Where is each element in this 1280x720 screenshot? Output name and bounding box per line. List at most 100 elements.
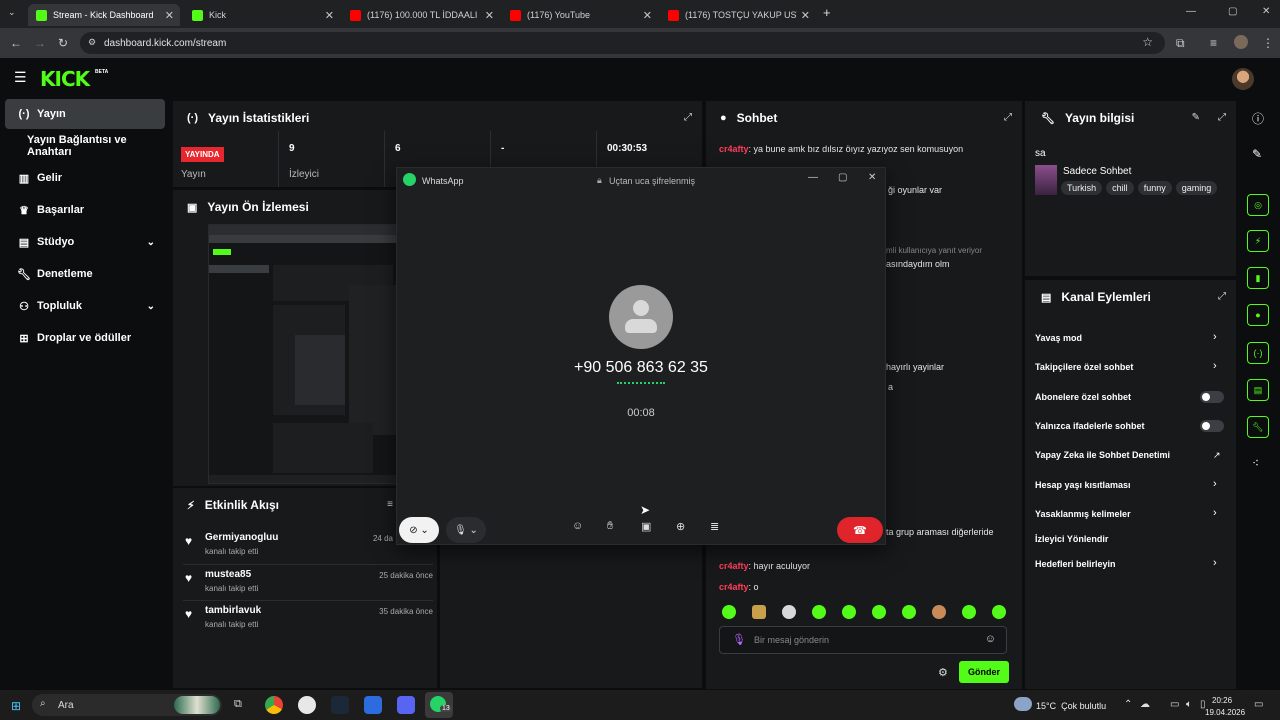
sidebar-item-stream-key[interactable]: Yayın Bağlantısı ve Anahtarı (5, 131, 165, 161)
emote-icon[interactable] (962, 605, 976, 619)
restore-icon[interactable]: ▢ (1228, 6, 1237, 17)
bookmark-star-icon[interactable]: ☆ (1142, 35, 1153, 49)
tab-youtube-3[interactable]: (1176) TOSTÇU YAKUP USTA'NI ✕ (660, 4, 816, 26)
chat-bubble-icon[interactable]: ● (1247, 304, 1269, 326)
expand-icon[interactable]: ⤢ (684, 112, 692, 123)
app-icon[interactable] (364, 696, 382, 714)
tray-chevron-icon[interactable]: ⌃ (1124, 699, 1132, 710)
close-tab-icon[interactable]: ✕ (165, 9, 174, 22)
close-tab-icon[interactable]: ✕ (643, 9, 652, 22)
chevron-right-icon[interactable]: › (1213, 478, 1217, 490)
tab-kick-dashboard[interactable]: Stream - Kick Dashboard ✕ (28, 4, 180, 26)
app-icon[interactable] (298, 696, 316, 714)
weather-icon[interactable] (1014, 697, 1032, 711)
sidebar-item-basarilar[interactable]: ♛ Başarılar (5, 195, 165, 225)
chevron-right-icon[interactable]: › (1213, 331, 1217, 343)
emoji-picker-icon[interactable]: ☺ (985, 633, 996, 645)
filter-icon[interactable]: ≡ (387, 499, 393, 510)
action-account-age[interactable]: Hesap yaşı kısıtlaması (1035, 480, 1131, 490)
close-tab-icon[interactable]: ✕ (485, 9, 494, 22)
emote-icon[interactable] (842, 605, 856, 619)
expand-icon[interactable]: ⤢ (1218, 112, 1226, 123)
emote-only-toggle[interactable] (1200, 420, 1224, 432)
camera-icon[interactable]: ◎ (1247, 194, 1269, 216)
menu-dots-icon[interactable]: ⋮ (1262, 36, 1274, 50)
broadcast-icon[interactable]: (·) (1247, 342, 1269, 364)
more-tools-icon[interactable]: ⁖ (1252, 456, 1259, 470)
tab-list-icon[interactable]: ⌄ (8, 7, 16, 18)
emote-icon[interactable] (902, 605, 916, 619)
category-name[interactable]: Sadece Sohbet (1063, 166, 1131, 177)
more-options-icon[interactable]: ≣ (710, 520, 719, 533)
reload-icon[interactable]: ↻ (58, 36, 68, 50)
emote-icon[interactable] (722, 605, 736, 619)
action-redirect-viewers[interactable]: İzleyici Yönlendir (1035, 534, 1108, 544)
hamburger-menu-icon[interactable]: ☰ (14, 69, 27, 86)
site-info-icon[interactable]: ⚙ (88, 37, 96, 48)
action-slow-mode[interactable]: Yavaş mod (1035, 333, 1082, 343)
end-call-button[interactable]: ☎︎ (837, 517, 883, 543)
steam-icon[interactable] (331, 696, 349, 714)
extensions-icon[interactable]: ⧉ (1176, 36, 1185, 51)
sidebar-item-yayin[interactable]: (·) Yayın (5, 99, 165, 129)
raise-hand-icon[interactable]: ✋︎ (607, 520, 613, 533)
task-view-icon[interactable]: ⧉ (234, 698, 242, 711)
layout-icon[interactable]: ▤ (1247, 379, 1269, 401)
wrench-icon[interactable]: 🔧︎ (1247, 416, 1269, 438)
document-icon[interactable]: ▮ (1247, 267, 1269, 289)
sidebar-item-denetleme[interactable]: 🔧︎ Denetleme (5, 259, 165, 289)
minimize-icon[interactable]: — (1186, 6, 1196, 17)
whatsapp-taskbar-button[interactable]: 13 (425, 692, 453, 718)
media-controls-icon[interactable]: ≡ (1210, 36, 1217, 50)
emote-icon[interactable] (782, 605, 796, 619)
external-link-icon[interactable]: ↗ (1213, 450, 1221, 461)
sidebar-item-droplar[interactable]: ⊞ Droplar ve ödüller (5, 323, 165, 353)
emoji-reaction-icon[interactable]: ☺ (572, 520, 583, 532)
info-icon[interactable]: ⓘ (1252, 110, 1264, 127)
notifications-icon[interactable]: ▭ (1254, 699, 1263, 710)
close-tab-icon[interactable]: ✕ (801, 9, 810, 22)
kick-logo[interactable]: KICK (40, 67, 90, 91)
avatar[interactable] (1232, 68, 1254, 90)
add-participant-icon[interactable]: ⊕ (676, 520, 685, 533)
emote-icon[interactable] (812, 605, 826, 619)
expand-icon[interactable]: ⤢ (1218, 291, 1226, 302)
close-window-icon[interactable]: ✕ (868, 172, 876, 183)
sidebar-item-gelir[interactable]: ▥ Gelir (5, 163, 165, 193)
emote-icon[interactable] (872, 605, 886, 619)
send-button[interactable]: Gönder (959, 661, 1009, 683)
edit-icon[interactable]: ✎ (1252, 147, 1262, 161)
action-followers-only[interactable]: Takipçilere özel sohbet (1035, 362, 1133, 372)
back-icon[interactable]: ← (10, 36, 22, 50)
chrome-icon[interactable] (265, 696, 283, 714)
microphone-button[interactable]: 🎙︎ ⌄ (446, 517, 486, 543)
clock-date[interactable]: 19.04.2026 (1205, 708, 1245, 717)
action-ai-moderation[interactable]: Yapay Zeka ile Sohbet Denetimi (1035, 450, 1170, 460)
stream-preview-video[interactable] (208, 224, 398, 484)
chat-settings-icon[interactable]: ⚙ (938, 666, 948, 679)
action-banned-words[interactable]: Yasaklanmış kelimeler (1035, 509, 1131, 519)
emote-icon[interactable] (752, 605, 766, 619)
lightning-icon[interactable]: ⚡︎ (1247, 230, 1269, 252)
tab-youtube-2[interactable]: (1176) YouTube ✕ (502, 4, 658, 26)
chevron-right-icon[interactable]: › (1213, 507, 1217, 519)
network-icon[interactable]: ▭ (1170, 699, 1179, 710)
emote-icon[interactable] (932, 605, 946, 619)
edit-icon[interactable]: ✎ (1192, 112, 1200, 123)
minimize-icon[interactable]: — (808, 172, 818, 183)
expand-icon[interactable]: ⤢ (1004, 112, 1012, 123)
new-tab-icon[interactable]: + (823, 5, 831, 20)
tab-kick[interactable]: Kick ✕ (184, 4, 340, 26)
taskbar-search[interactable]: ⌕ Ara (32, 694, 222, 716)
weather-text[interactable]: 15°C Çok bulutlu (1036, 701, 1106, 711)
volume-icon[interactable]: 🔈︎ (1186, 699, 1192, 710)
url-input[interactable]: ⚙ dashboard.kick.com/stream ☆ (80, 32, 1165, 54)
chat-input[interactable]: 🎙︎ Bir mesaj gönderin ☺ (719, 626, 1007, 654)
microphone-icon[interactable]: 🎙︎ (732, 633, 746, 646)
profile-icon[interactable] (1234, 35, 1248, 49)
tab-youtube-1[interactable]: (1176) 100.000 TL İDDAALI MA ✕ (342, 4, 500, 26)
discord-icon[interactable] (397, 696, 415, 714)
sidebar-item-topluluk[interactable]: ⚇ Topluluk ⌄ (5, 291, 165, 321)
maximize-icon[interactable]: ▢ (838, 172, 847, 183)
forward-icon[interactable]: → (34, 36, 46, 50)
